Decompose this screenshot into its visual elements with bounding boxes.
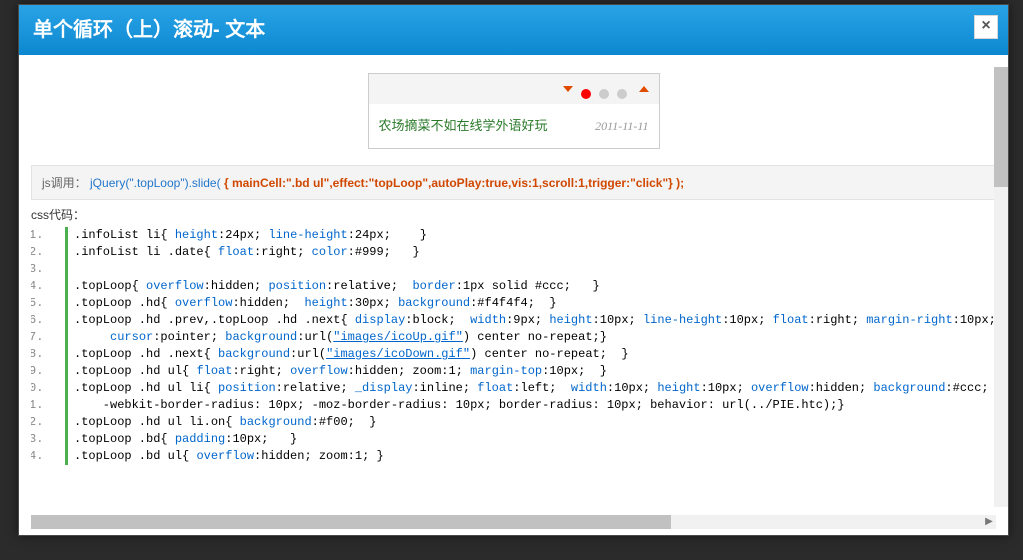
js-call-prefix: js调用： [42,176,87,190]
code-line: .infoList li .date{ float:right; color:#… [65,244,996,261]
code-line: .topLoop .hd ul{ float:right; overflow:h… [65,363,996,380]
toploop-arrows [561,74,659,104]
info-list: 2011-11-11 农场摘菜不如在线学外语好玩 [379,114,649,138]
horizontal-scrollbar[interactable]: ▶ [31,515,996,529]
code-line [65,261,996,278]
pager-dot[interactable] [617,89,627,99]
dialog: 单个循环（上）滚动- 文本 × 2011-11-11 [18,4,1009,536]
dialog-title: 单个循环（上）滚动- 文本 [33,19,265,41]
toploop-widget: 2011-11-11 农场摘菜不如在线学外语好玩 [368,73,660,149]
code-line: .topLoop .bd ul{ overflow:hidden; zoom:1… [65,448,996,465]
toploop-pager [581,89,635,99]
demo-area: 2011-11-11 农场摘菜不如在线学外语好玩 [25,61,1002,155]
close-icon: × [981,17,990,34]
list-item-link[interactable]: 农场摘菜不如在线学外语好玩 [379,118,548,133]
toploop-body: 2011-11-11 农场摘菜不如在线学外语好玩 [369,104,659,148]
vertical-scrollbar[interactable] [994,67,1008,507]
horizontal-scroll-thumb[interactable] [31,515,671,529]
pager-dot[interactable] [599,89,609,99]
vertical-scroll-thumb[interactable] [994,67,1008,187]
code-line: .topLoop .hd ul li{ position:relative; _… [65,380,996,397]
list-item: 2011-11-11 农场摘菜不如在线学外语好玩 [379,114,649,138]
code-line: .topLoop .bd{ padding:10px; } [65,431,996,448]
code-block[interactable]: .infoList li{ height:24px; line-height:2… [31,227,996,509]
dialog-body: 2011-11-11 农场摘菜不如在线学外语好玩 js调用： jQuery(".… [19,55,1008,535]
scroll-right-icon[interactable]: ▶ [982,515,996,529]
code-line: -webkit-border-radius: 10px; -moz-border… [65,397,996,414]
code-line: cursor:pointer; background:url("images/i… [65,329,996,346]
code-line: .topLoop .hd{ overflow:hidden; height:30… [65,295,996,312]
toploop-header [369,74,659,104]
code-line: .topLoop .hd .next{ background:url("imag… [65,346,996,363]
pager-dot[interactable] [581,89,591,99]
js-call-jquery: jQuery(".topLoop").slide( [90,176,221,190]
list-item-date: 2011-11-11 [595,114,648,138]
arrow-down-icon[interactable] [563,86,573,92]
code-line: .topLoop{ overflow:hidden; position:rela… [65,278,996,295]
arrow-up-icon[interactable] [639,86,649,92]
close-button[interactable]: × [974,15,998,39]
js-call-args: { mainCell:".bd ul",effect:"topLoop",aut… [224,176,684,190]
css-code-label: css代码： [31,206,996,223]
code-list: .infoList li{ height:24px; line-height:2… [31,227,996,465]
dialog-header: 单个循环（上）滚动- 文本 × [19,5,1008,55]
code-line: .topLoop .hd ul li.on{ background:#f00; … [65,414,996,431]
code-line: .infoList li{ height:24px; line-height:2… [65,227,996,244]
js-call-bar: js调用： jQuery(".topLoop").slide( { mainCe… [31,165,996,200]
code-line: .topLoop .hd .prev,.topLoop .hd .next{ d… [65,312,996,329]
